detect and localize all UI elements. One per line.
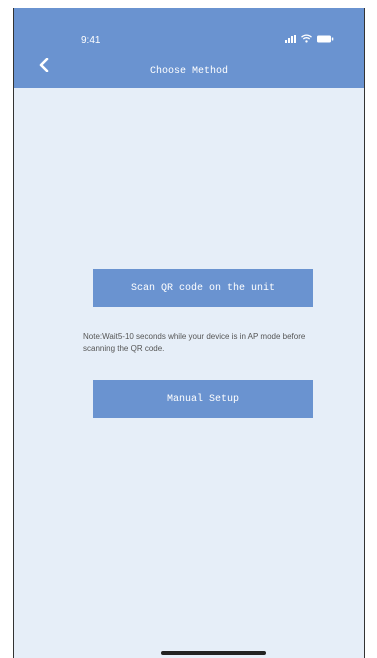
signal-icon <box>285 35 296 43</box>
status-time: 9:41 <box>81 35 101 46</box>
wifi-icon <box>301 30 312 48</box>
status-icons <box>285 33 334 45</box>
app-header: 9:41 Choose Method <box>14 8 364 88</box>
note-text: Note:Wait5-10 seconds while your device … <box>83 332 306 353</box>
manual-setup-button[interactable]: Manual Setup <box>93 380 313 418</box>
home-indicator[interactable] <box>161 651 266 655</box>
scan-qr-button[interactable]: Scan QR code on the unit <box>93 269 313 307</box>
page-title: Choose Method <box>149 66 228 77</box>
phone-screen: 9:41 Choose Method Scan QR code on the u… <box>13 8 365 658</box>
battery-icon <box>317 30 334 48</box>
